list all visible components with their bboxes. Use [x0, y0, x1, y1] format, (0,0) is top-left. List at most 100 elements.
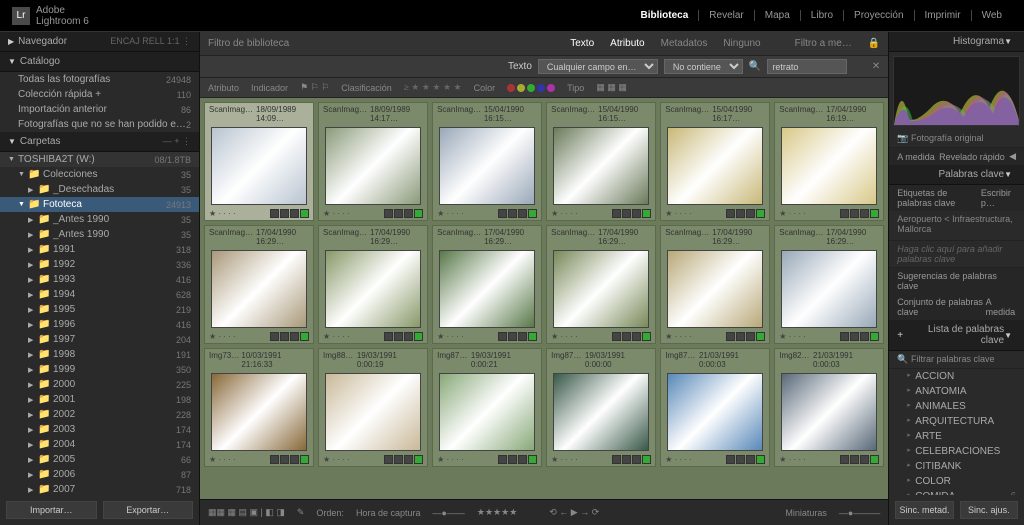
disk-item[interactable]: ▼ TOSHIBA2T (W:) 08/1.8TB — [0, 152, 199, 167]
rating-star[interactable]: ★ · · · · — [665, 332, 692, 341]
rating-star[interactable]: ★ · · · · — [779, 209, 806, 218]
keyword-item[interactable]: ▸ANIMALES — [889, 399, 1024, 414]
filtrar-kw-row[interactable]: 🔍 Filtrar palabras clave — [889, 351, 1024, 369]
rating-star[interactable]: ★ · · · · — [551, 209, 578, 218]
foto-original-row[interactable]: 📷 Fotografía original — [889, 130, 1024, 148]
folder-item[interactable]: ▶📁200687 — [0, 467, 199, 482]
badge-icons[interactable] — [612, 209, 651, 218]
filter-tab-atributo[interactable]: Atributo — [606, 36, 648, 51]
color-green[interactable] — [527, 84, 535, 92]
color-purple[interactable] — [547, 84, 555, 92]
badge-icons[interactable] — [270, 332, 309, 341]
folder-item[interactable]: ▶📁1996416 — [0, 317, 199, 332]
slider-icon[interactable]: —●—— — [432, 508, 464, 518]
badge-icons[interactable] — [840, 332, 879, 341]
folder-item[interactable]: ▶📁1997204 — [0, 332, 199, 347]
filter-op-select[interactable]: No contiene — [664, 59, 743, 74]
folder-item[interactable]: ▶📁1992336 — [0, 257, 199, 272]
color-yellow[interactable] — [517, 84, 525, 92]
rating-star[interactable]: ★ · · · · — [779, 332, 806, 341]
filter-value-input[interactable] — [767, 59, 847, 74]
folder-item[interactable]: ▶📁_Antes 199035 — [0, 227, 199, 242]
nav-biblioteca[interactable]: Biblioteca — [631, 10, 700, 21]
thumbnail-grid-area[interactable]: ScanImage025.tif18/09/1989 14:09…★ · · ·… — [200, 98, 888, 499]
rating-star[interactable]: ★ · · · · — [437, 332, 464, 341]
badge-icons[interactable] — [612, 455, 651, 464]
keyword-item[interactable]: ▸ARTE — [889, 429, 1024, 444]
thumbnail-cell[interactable]: Img875.tif19/03/1991 0:00:00★ · · · · — [546, 348, 656, 467]
folder-item[interactable]: ▶📁1995219 — [0, 302, 199, 317]
rating-star[interactable]: ★ · · · · — [551, 455, 578, 464]
rating-star[interactable]: ★ · · · · — [437, 209, 464, 218]
thumb-size-slider[interactable]: —●——— — [839, 508, 880, 518]
badge-icons[interactable] — [498, 455, 537, 464]
sugerencias-header[interactable]: Sugerencias de palabras clave — [889, 268, 1024, 294]
filter-preset[interactable]: Filtro a me… — [795, 38, 852, 49]
folder-item[interactable]: ▶📁_Desechadas35 — [0, 182, 199, 197]
filter-field-select[interactable]: Cualquier campo en… — [538, 59, 658, 74]
thumbnail-cell[interactable]: ScanImage012.tif15/04/1990 16:15…★ · · ·… — [546, 102, 656, 221]
badge-icons[interactable] — [270, 209, 309, 218]
rating-star[interactable]: ★ · · · · — [323, 455, 350, 464]
thumbnail-cell[interactable]: Img884.tif19/03/1991 0:00:19★ · · · · — [318, 348, 428, 467]
rating-star[interactable]: ★ · · · · — [323, 209, 350, 218]
badge-icons[interactable] — [612, 332, 651, 341]
rating-star[interactable]: ★ · · · · — [323, 332, 350, 341]
carpetas-controls[interactable]: — + ⋮ — [163, 136, 191, 147]
keyword-item[interactable]: ▸ACCION — [889, 369, 1024, 384]
rating-filter[interactable]: ≥ ★ ★ ★ ★ ★ — [404, 82, 462, 93]
folder-item[interactable]: ▶📁1994628 — [0, 287, 199, 302]
folder-item[interactable]: ▶📁1991318 — [0, 242, 199, 257]
keyword-current[interactable]: Aeropuerto < Infraestructura, Mallorca — [889, 211, 1024, 241]
filter-tab-metadatos[interactable]: Metadatos — [657, 36, 712, 51]
nav-libro[interactable]: Libro — [801, 10, 844, 21]
badge-icons[interactable] — [840, 209, 879, 218]
revelado-header[interactable]: A medidaRevelado rápido ◀ — [889, 148, 1024, 165]
thumbnail-cell[interactable]: Img877.tif19/03/1991 0:00:21★ · · · · — [432, 348, 542, 467]
badge-icons[interactable] — [384, 209, 423, 218]
folder-item[interactable]: ▶📁2001198 — [0, 392, 199, 407]
rating-star[interactable]: ★ · · · · — [209, 455, 236, 464]
badge-icons[interactable] — [384, 455, 423, 464]
nav-revelar[interactable]: Revelar — [699, 10, 754, 21]
folder-item[interactable]: ▼📁Fototeca24913 — [0, 197, 199, 212]
rating-star[interactable]: ★ · · · · — [665, 209, 692, 218]
keyword-add-input[interactable]: Haga clic aquí para añadir palabras clav… — [889, 241, 1024, 268]
rating-star[interactable]: ★ · · · · — [437, 455, 464, 464]
filter-tab-texto[interactable]: Texto — [566, 36, 598, 51]
view-mode-icons[interactable]: ▦▦ ▦ ▤ ▣ | ◧ ◨ — [208, 507, 285, 518]
rating-star[interactable]: ★ · · · · — [551, 332, 578, 341]
keyword-item[interactable]: ▸COLOR — [889, 474, 1024, 489]
nav-proyección[interactable]: Proyección — [844, 10, 914, 21]
thumbnail-cell[interactable]: ScanImage023.tif17/04/1990 16:29…★ · · ·… — [660, 225, 770, 344]
orden-value[interactable]: Hora de captura — [356, 508, 421, 518]
thumbnail-cell[interactable]: Img825.tif21/03/1991 0:00:03★ · · · · — [774, 348, 884, 467]
keyword-item[interactable]: ▸ANATOMIA — [889, 384, 1024, 399]
folder-item[interactable]: ▶📁200566 — [0, 452, 199, 467]
folder-item[interactable]: ▶📁2002228 — [0, 407, 199, 422]
keyword-item[interactable]: ▸CELEBRACIONES — [889, 444, 1024, 459]
folder-item[interactable]: ▶📁1999350 — [0, 362, 199, 377]
thumbnail-cell[interactable]: Img732.tif10/03/1991 21:16:33★ · · · · — [204, 348, 314, 467]
folder-item[interactable]: ▶📁1993416 — [0, 272, 199, 287]
close-icon[interactable]: ✕ — [872, 61, 880, 72]
nav-zoom-options[interactable]: ENCAJ RELL 1:1 ⋮ — [110, 36, 191, 47]
carpetas-header[interactable]: ▼ Carpetas — + ⋮ — [0, 132, 199, 152]
keyword-item[interactable]: ▸CITIBANK — [889, 459, 1024, 474]
histograma-header[interactable]: Histograma ▼ — [889, 32, 1024, 52]
palabras-header[interactable]: Palabras clave ▼ — [889, 165, 1024, 185]
color-red[interactable] — [507, 84, 515, 92]
rating-toolbar[interactable]: ★★★★★ — [477, 507, 517, 518]
folder-item[interactable]: ▶📁1998191 — [0, 347, 199, 362]
lista-header[interactable]: + Lista de palabras clave ▼ — [889, 320, 1024, 351]
keyword-item[interactable]: ▸ARQUITECTURA — [889, 414, 1024, 429]
catalogo-item[interactable]: Todas las fotografías24948 — [0, 72, 199, 87]
lock-icon[interactable]: 🔒 — [868, 38, 880, 49]
badge-icons[interactable] — [726, 455, 765, 464]
thumbnail-cell[interactable]: ScanImage016.tif17/04/1990 16:29…★ · · ·… — [204, 225, 314, 344]
import-button[interactable]: Importar… — [6, 501, 97, 519]
flag-icons[interactable]: ⚑ ⚐ ⚐ — [300, 82, 329, 93]
rating-star[interactable]: ★ · · · · — [665, 455, 692, 464]
rating-star[interactable]: ★ · · · · — [779, 455, 806, 464]
thumbnail-cell[interactable]: ScanImage017.tif15/04/1990 16:17…★ · · ·… — [660, 102, 770, 221]
